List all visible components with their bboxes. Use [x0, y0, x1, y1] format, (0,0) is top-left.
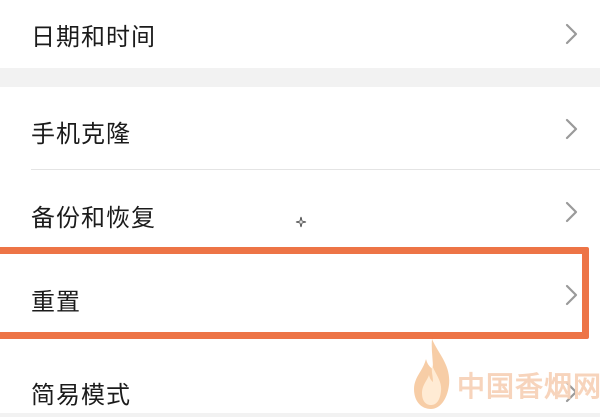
- settings-item-simple-mode[interactable]: 简易模式: [0, 339, 600, 413]
- settings-item-label: 手机克隆: [31, 120, 131, 148]
- settings-screen: 日期和时间 手机克隆 备份和恢复 重置 简易模式 中国香烟网: [0, 0, 600, 413]
- settings-item-label: 重置: [31, 288, 81, 316]
- settings-item-reset[interactable]: 重置: [0, 254, 600, 338]
- settings-item-date-time[interactable]: 日期和时间: [0, 0, 600, 68]
- settings-item-label: 简易模式: [31, 381, 131, 409]
- settings-item-backup-restore[interactable]: 备份和恢复: [0, 170, 600, 254]
- chevron-right-icon: [565, 381, 578, 403]
- chevron-right-icon: [565, 118, 578, 140]
- cursor-icon: [295, 213, 307, 228]
- settings-group-top: 日期和时间: [0, 0, 600, 68]
- chevron-right-icon: [565, 284, 578, 306]
- settings-item-label: 备份和恢复: [31, 204, 156, 232]
- settings-item-label: 日期和时间: [31, 23, 156, 51]
- chevron-right-icon: [565, 23, 578, 45]
- settings-item-phone-clone[interactable]: 手机克隆: [0, 87, 600, 171]
- chevron-right-icon: [565, 201, 578, 223]
